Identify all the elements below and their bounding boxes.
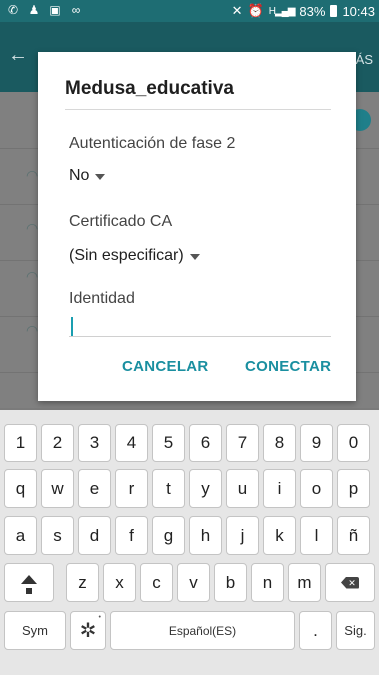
wifi-icon: ◠: [26, 268, 39, 284]
key-k[interactable]: k: [263, 516, 296, 555]
alarm-icon: ⏰: [247, 3, 264, 18]
battery-icon: [330, 5, 338, 17]
key-0[interactable]: 0: [337, 424, 370, 462]
key-3[interactable]: 3: [78, 424, 111, 462]
gear-icon: ✲: [79, 620, 97, 642]
key-1[interactable]: 1: [4, 424, 37, 462]
key-e[interactable]: e: [78, 469, 111, 508]
appbar-action[interactable]: ÁS: [356, 52, 373, 67]
sym-key[interactable]: Sym: [4, 611, 66, 650]
battery-percent: 83%: [299, 3, 326, 19]
title-divider: [65, 109, 331, 110]
identity-label: Identidad: [69, 290, 135, 307]
back-arrow-icon[interactable]: ←: [8, 44, 28, 67]
key-5[interactable]: 5: [152, 424, 185, 462]
status-bar: ✆ ♟ ▣ ∞ ✕ ⏰ H▂▄▆ 83% 10:43: [0, 0, 379, 22]
key-9[interactable]: 9: [300, 424, 333, 462]
key-6[interactable]: 6: [189, 424, 222, 462]
key-4[interactable]: 4: [115, 424, 148, 462]
key-i[interactable]: i: [263, 469, 296, 508]
shift-arrow-icon: [21, 575, 37, 584]
cancel-button[interactable]: CANCELAR: [122, 358, 209, 375]
signal-icon: H▂▄▆: [268, 5, 296, 17]
next-key[interactable]: Sig.: [336, 611, 375, 650]
key-7[interactable]: 7: [226, 424, 259, 462]
key-8[interactable]: 8: [263, 424, 296, 462]
key-r[interactable]: r: [115, 469, 148, 508]
soft-keyboard: 1 2 3 4 5 6 7 8 9 0 q w e r t y u i o p …: [0, 410, 379, 675]
key-b[interactable]: b: [214, 563, 247, 602]
key-l[interactable]: l: [300, 516, 333, 555]
key-a[interactable]: a: [4, 516, 37, 555]
key-h[interactable]: h: [189, 516, 222, 555]
phase2-dropdown[interactable]: No: [69, 167, 106, 185]
key-j[interactable]: j: [226, 516, 259, 555]
dialog-title: Medusa_educativa: [65, 78, 234, 99]
ca-cert-value: (Sin especificar): [69, 247, 184, 264]
key-y[interactable]: y: [189, 469, 222, 508]
period-key[interactable]: .: [299, 611, 332, 650]
key-d[interactable]: d: [78, 516, 111, 555]
identity-input[interactable]: [71, 317, 73, 337]
ca-cert-dropdown[interactable]: (Sin especificar): [69, 247, 200, 265]
key-x[interactable]: x: [103, 563, 136, 602]
mute-icon: ✕: [231, 3, 243, 18]
key-2[interactable]: 2: [41, 424, 74, 462]
wifi-icon: ◠: [26, 167, 39, 183]
phase2-value: No: [69, 167, 90, 184]
key-n[interactable]: n: [251, 563, 284, 602]
key-c[interactable]: c: [140, 563, 173, 602]
key-m[interactable]: m: [288, 563, 321, 602]
key-u[interactable]: u: [226, 469, 259, 508]
identity-underline: [69, 336, 331, 337]
key-o[interactable]: o: [300, 469, 333, 508]
shift-key[interactable]: [4, 563, 54, 602]
key-v[interactable]: v: [177, 563, 210, 602]
key-n-tilde[interactable]: ñ: [337, 516, 370, 555]
wifi-connect-dialog: Medusa_educativa Autenticación de fase 2…: [38, 52, 356, 401]
key-f[interactable]: f: [115, 516, 148, 555]
backspace-icon: ✕: [341, 576, 359, 589]
clock: 10:43: [342, 3, 375, 19]
dropdown-arrow-icon: [189, 254, 200, 260]
settings-key[interactable]: ✲ •: [70, 611, 106, 650]
key-q[interactable]: q: [4, 469, 37, 508]
wifi-icon: ◠: [26, 322, 39, 338]
key-hint: •: [98, 614, 101, 621]
dropdown-arrow-icon: [95, 174, 106, 180]
key-w[interactable]: w: [41, 469, 74, 508]
connect-button[interactable]: CONECTAR: [245, 358, 331, 375]
image-icon: ▣: [49, 3, 61, 17]
wifi-icon: ◠: [26, 220, 39, 236]
phase2-label: Autenticación de fase 2: [69, 135, 236, 152]
person-icon: ♟: [28, 3, 40, 17]
shift-stem: [26, 588, 32, 594]
key-t[interactable]: t: [152, 469, 185, 508]
backspace-key[interactable]: ✕: [325, 563, 375, 602]
key-p[interactable]: p: [337, 469, 370, 508]
space-key[interactable]: Español(ES): [110, 611, 295, 650]
whatsapp-icon: ✆: [7, 3, 19, 17]
key-s[interactable]: s: [41, 516, 74, 555]
key-z[interactable]: z: [66, 563, 99, 602]
key-g[interactable]: g: [152, 516, 185, 555]
ca-cert-label: Certificado CA: [69, 213, 173, 230]
link-icon: ∞: [71, 3, 81, 17]
